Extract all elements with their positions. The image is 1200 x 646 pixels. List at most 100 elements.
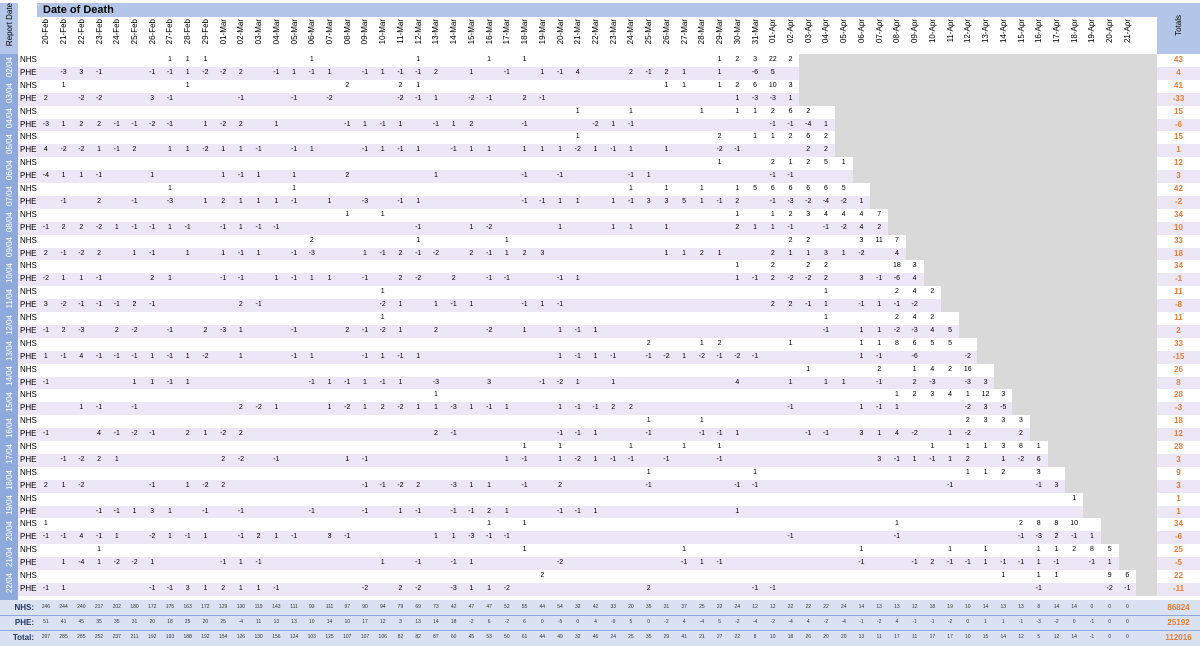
phe-cell: -2 (379, 326, 386, 334)
date-header: 02-Apr (782, 17, 800, 54)
phe-cell: 3 (664, 197, 669, 205)
nhs-cell: 5 (1107, 546, 1112, 554)
phe-cell: 1 (327, 275, 332, 283)
phe-cell: 2 (611, 404, 616, 412)
phe-cell: -2 (397, 94, 404, 102)
phe-cell: 2 (398, 275, 403, 283)
phe-cell: 1 (1036, 559, 1041, 567)
phe-cell: -1 (397, 68, 404, 76)
summary-cell-phe: 5 (718, 619, 721, 626)
phe-cell: -1 (415, 68, 422, 76)
date-header-label: 29-Mar (715, 19, 725, 45)
report-date-text: 11/04 (4, 289, 14, 309)
report-date-label: 05/04 (0, 131, 18, 157)
phe-cell: -3 (787, 197, 794, 205)
phe-cell: 1 (97, 559, 101, 567)
phe-cell: -1 (415, 249, 422, 257)
phe-cell: -1 (716, 559, 723, 567)
date-header-label: 22-Feb (76, 19, 86, 45)
nhs-cell: 2 (1019, 520, 1023, 528)
date-header: 24-Mar (622, 17, 640, 54)
summary-cell-total: 12 (1018, 634, 1024, 641)
summary-cell-phe: -9 (610, 619, 616, 626)
nhs-cell: 1 (699, 185, 704, 192)
phe-cell: 2 (97, 120, 101, 128)
nhs-cell: 2 (770, 159, 775, 167)
phe-cell: -1 (95, 68, 103, 76)
report-date-label: 03/04 (0, 80, 18, 106)
summary-cell-nhs: 14 (1053, 604, 1060, 610)
summary-cell-nhs: 172 (148, 604, 157, 610)
nhs-row-bg (18, 570, 1157, 583)
nhs-cell: 1 (894, 520, 899, 528)
summary-cell-phe: 13 (273, 619, 280, 626)
phe-cell: 2 (238, 301, 243, 309)
nhs-cell: 3 (753, 56, 757, 63)
row-type-phe: PHE (20, 403, 37, 413)
phe-cell: 2 (1019, 430, 1023, 438)
summary-cell-nhs: 163 (183, 604, 192, 610)
phe-cell: -1 (237, 507, 244, 515)
summary-total-total: 112016 (1165, 633, 1192, 643)
phe-cell: -1 (113, 352, 120, 360)
phe-cell: 1 (593, 146, 598, 154)
future-dates-area (1083, 492, 1157, 519)
date-header: 20-Mar (551, 17, 569, 54)
summary-cell-nhs: 0 (1108, 604, 1112, 610)
date-header-label: 24-Mar (626, 19, 636, 45)
phe-cell: -1 (876, 404, 883, 412)
phe-cell: 1 (859, 326, 864, 334)
summary-cell-phe: -1 (1089, 619, 1095, 626)
phe-cell: -2 (1017, 455, 1025, 463)
nhs-cell: 2 (930, 288, 935, 296)
nhs-cell: 2 (824, 262, 828, 270)
phe-cell: 1 (256, 584, 261, 592)
phe-cell: 2 (238, 404, 243, 412)
date-header-label: 17-Apr (1051, 19, 1061, 44)
nhs-cell: 8 (1089, 546, 1094, 554)
summary-cell-phe: 4 (682, 619, 686, 626)
phe-cell: 1 (203, 197, 208, 205)
phe-cell: -2 (326, 94, 333, 102)
phe-cell: 1 (327, 404, 332, 412)
phe-cell: -1 (450, 507, 457, 515)
phe-row-total: -15 (1157, 350, 1200, 364)
phe-cell: -2 (893, 326, 900, 334)
phe-cell: -1 (290, 197, 298, 205)
summary-cell-phe: 13 (291, 619, 297, 626)
nhs-row-total: 15 (1157, 131, 1200, 145)
phe-cell: 1 (433, 172, 438, 180)
nhs-cell: 1 (770, 210, 775, 218)
phe-cell: -1 (769, 120, 776, 128)
future-dates-area (923, 260, 1157, 287)
summary-cell-phe: 17 (362, 619, 368, 626)
summary-cell-total: 60 (450, 634, 457, 641)
summary-cell-phe: 0 (1108, 619, 1112, 626)
phe-cell: 1 (363, 249, 367, 257)
summary-cell-total: 192 (201, 634, 210, 641)
phe-cell: -1 (308, 507, 315, 515)
nhs-cell: 22 (768, 56, 777, 63)
phe-cell: 1 (185, 146, 190, 154)
phe-cell: 3 (79, 68, 84, 76)
phe-cell: 1 (504, 404, 509, 412)
summary-cell-phe: 0 (540, 619, 544, 626)
date-header-label: 10-Mar (378, 19, 388, 45)
nhs-cell: 2 (806, 262, 811, 270)
phe-cell: 1 (114, 533, 119, 541)
nhs-row-total: 15 (1157, 105, 1200, 119)
phe-cell: 1 (451, 533, 456, 541)
nhs-cell: 7 (894, 236, 899, 244)
nhs-cell: 4 (912, 288, 917, 296)
totals-label: Totals (1174, 15, 1183, 36)
summary-cell-nhs: 244 (59, 604, 68, 610)
report-date-label: 02/04 (0, 54, 18, 80)
nhs-cell: 1 (1054, 572, 1059, 579)
report-date-header: Report Date (0, 3, 18, 54)
future-dates-area (834, 105, 1157, 132)
row-type-phe: PHE (20, 274, 37, 284)
phe-cell: 1 (558, 146, 562, 154)
summary-cell-nhs: 22 (805, 604, 812, 610)
phe-cell: -3 (1035, 533, 1042, 541)
nhs-cell: 2 (894, 314, 899, 321)
